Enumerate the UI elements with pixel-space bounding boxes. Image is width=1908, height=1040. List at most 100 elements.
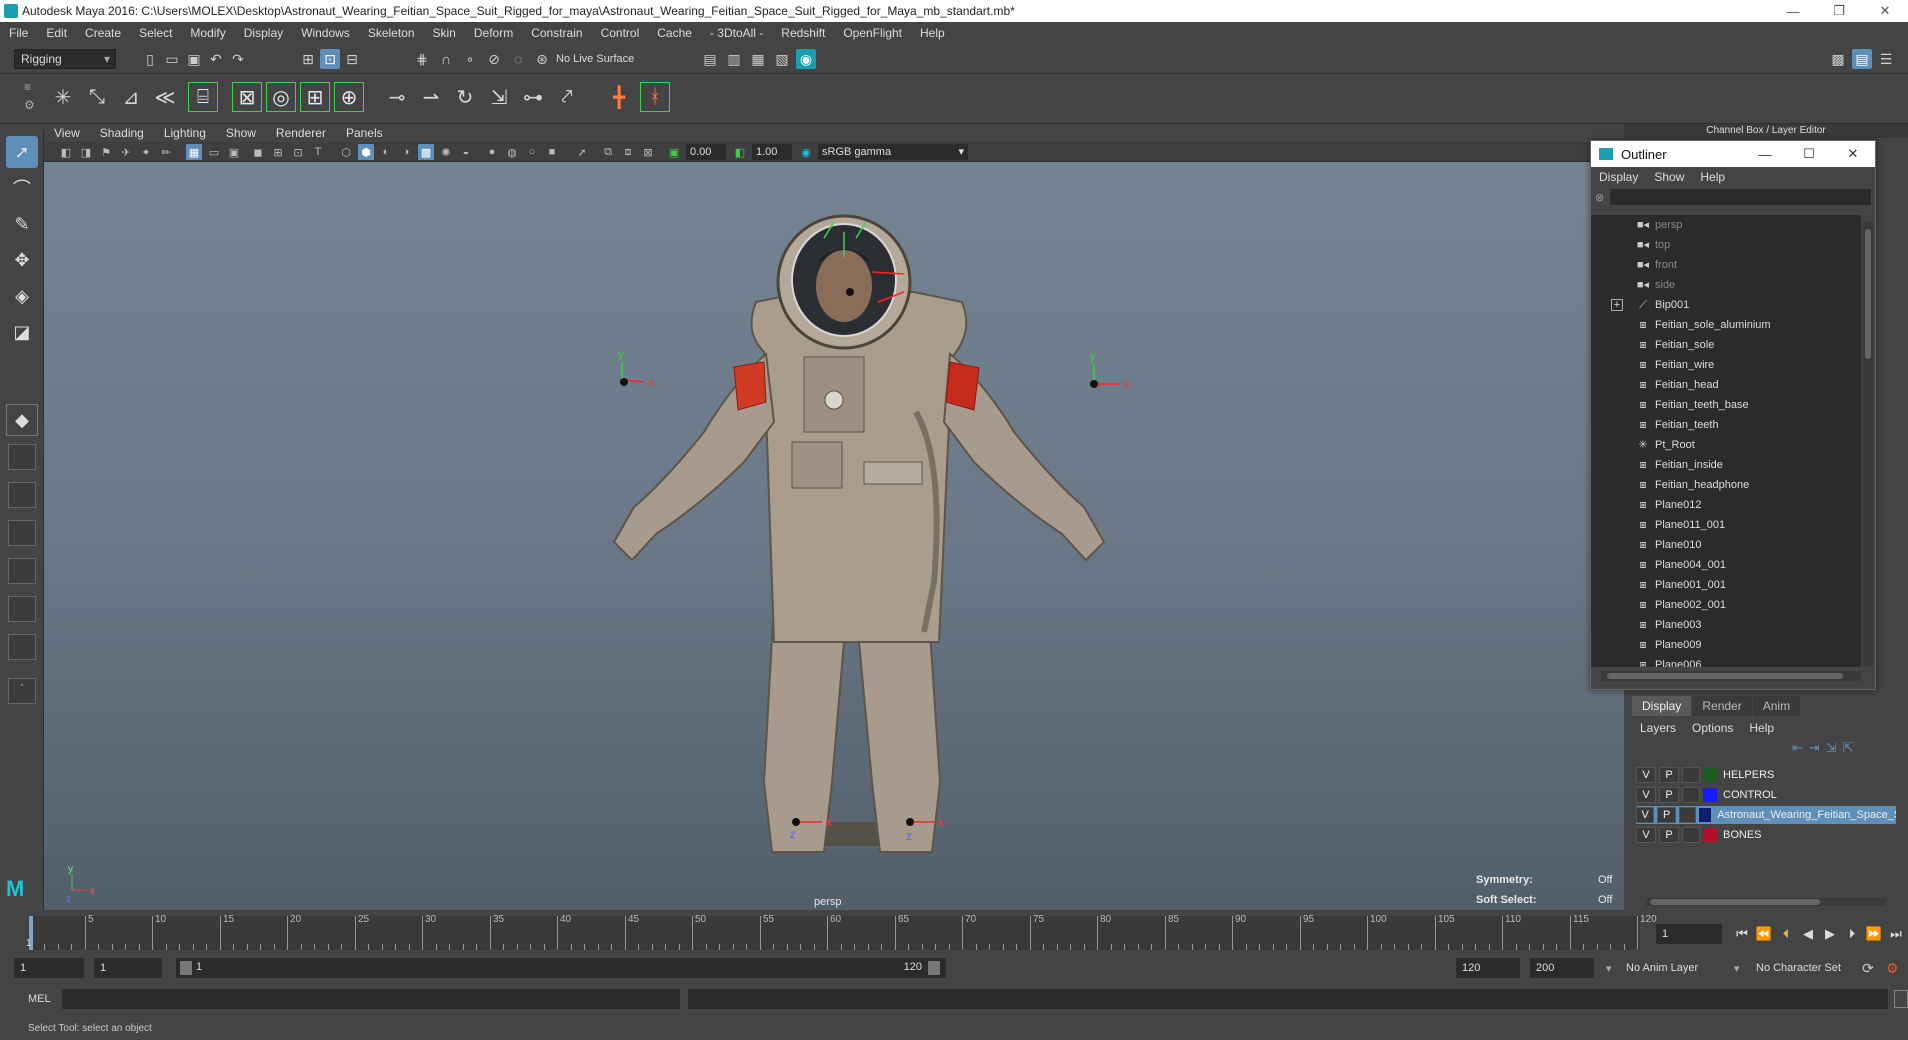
menu-modify[interactable]: Modify [181,26,234,40]
end-time-field[interactable]: 200 [1530,958,1594,978]
workspace-icon[interactable]: ▩ [1828,49,1848,69]
layer-menu-layers[interactable]: Layers [1632,721,1684,735]
go-to-start-icon[interactable]: ⏮ [1732,924,1752,944]
close-button[interactable]: ✕ [1862,3,1908,19]
layer-playback-toggle[interactable]: P [1659,787,1679,803]
layout-four-icon[interactable] [8,444,36,470]
minimize-button[interactable]: — [1770,4,1816,19]
layout-graph-icon[interactable] [8,558,36,584]
character-set-dropdown[interactable]: No Character Set [1756,962,1841,974]
ik-spline-icon[interactable]: ⊿ [116,82,146,112]
layer-display-type[interactable] [1682,787,1700,803]
layer-color-swatch[interactable] [1703,788,1717,802]
perspective-viewport[interactable]: y y x x x x z z x y z persp Symmetry: Of… [44,162,1624,910]
scale-tool-icon[interactable]: ◪ [6,316,38,348]
outliner-item[interactable]: ⧆ Feitian_headphone [1591,475,1861,495]
colorspace-dropdown[interactable]: sRGB gamma ▾ [818,144,968,160]
layer-display-type[interactable] [1682,767,1700,783]
outliner-vertical-scrollbar[interactable] [1863,221,1873,667]
ik-handle-icon[interactable]: ⤡ [82,82,112,112]
layer-color-swatch[interactable] [1698,808,1712,822]
scrollbar-thumb[interactable] [1865,229,1871,359]
layer-horizontal-scrollbar[interactable] [1646,898,1886,906]
play-forwards-icon[interactable]: ▶ [1820,924,1840,944]
outliner-item[interactable]: ⧆ Plane011_001 [1591,515,1861,535]
panel-menu-view[interactable]: View [44,126,90,140]
safe-title-icon[interactable]: T [310,144,326,160]
ipr-render-icon[interactable]: ▦ [748,49,768,69]
scale-constraint-icon[interactable]: ⇲ [484,82,514,112]
paint-select-icon[interactable]: ✎ [6,208,38,240]
menu-display[interactable]: Display [235,26,292,40]
command-language-label[interactable]: MEL [28,993,51,1005]
outliner-item[interactable]: ⧆ Plane010 [1591,535,1861,555]
time-slider[interactable]: 5 10 15 20 25 30 35 40 45 50 55 60 65 70 75 80 85 90 95 100… [0,910,1908,954]
menu-skeleton[interactable]: Skeleton [359,26,424,40]
outliner-item[interactable]: ⧆ Plane012 [1591,495,1861,515]
step-back-icon[interactable]: ⏪ [1754,924,1774,944]
outliner-item[interactable]: + ⟋ Bip001 [1591,295,1861,315]
field-chart-icon[interactable]: ⊞ [270,144,286,160]
scrollbar-thumb[interactable] [1607,673,1843,679]
layout-custom-icon[interactable] [8,634,36,660]
hypershade-icon[interactable]: ◉ [796,49,816,69]
xray-joints-icon[interactable]: ⧉ [600,144,616,160]
layer-visibility-toggle[interactable]: V [1636,827,1656,843]
motion-blur-icon[interactable]: ◍ [504,144,520,160]
restore-button[interactable]: ❐ [1816,3,1862,19]
range-handle-end[interactable] [928,961,940,975]
rotate-tool-icon[interactable]: ◈ [6,280,38,312]
outliner-horizontal-scrollbar[interactable] [1601,671,1861,681]
script-editor-icon[interactable] [1894,990,1908,1008]
anti-alias-icon[interactable]: ○ [524,144,540,160]
parent-constraint-icon[interactable]: ⊶ [518,82,548,112]
time-ruler[interactable]: 5 10 15 20 25 30 35 40 45 50 55 60 65 70 75 80 85 90 95 100… [28,914,1657,950]
layer-row[interactable]: V P BONES [1636,826,1896,844]
lasso-tool-icon[interactable]: ⌒ [6,172,38,204]
exposure-field[interactable]: 0.00 [686,144,726,160]
select-component-icon[interactable]: ⊟ [342,49,362,69]
panel-menu-shading[interactable]: Shading [90,126,154,140]
layer-menu-help[interactable]: Help [1741,721,1782,735]
outliner-item[interactable]: ⧆ Feitian_teeth [1591,415,1861,435]
isolate-select-icon[interactable]: ➚ [574,144,590,160]
locator-tool-icon[interactable]: ╋ [604,82,634,112]
layer-visibility-toggle[interactable]: V [1636,787,1656,803]
menu-windows[interactable]: Windows [292,26,359,40]
layer-menu-options[interactable]: Options [1684,721,1741,735]
image-plane-icon[interactable]: ✈ [118,144,134,160]
outliner-item[interactable]: ⧆ Feitian_inside [1591,455,1861,475]
layer-tab-display[interactable]: Display [1632,696,1692,716]
layer-playback-toggle[interactable]: P [1657,807,1676,823]
auto-key-icon[interactable]: ⟳ [1862,960,1874,977]
live-surface-label[interactable]: No Live Surface [556,53,634,65]
chevron-down-icon[interactable]: ▾ [1606,962,1612,975]
range-handle-start[interactable] [180,961,192,975]
panel-menu-renderer[interactable]: Renderer [266,126,336,140]
joint-tool-icon[interactable]: ✳ [48,82,78,112]
expand-icon[interactable]: + [1611,299,1623,311]
menu-help[interactable]: Help [911,26,954,40]
outliner-item[interactable]: ⧆ Feitian_wire [1591,355,1861,375]
layer-tab-render[interactable]: Render [1692,696,1752,716]
layer-row[interactable]: V P HELPERS [1636,766,1896,784]
layout-icon[interactable]: ▤ [1852,49,1872,69]
outliner-item[interactable]: ⧆ Plane003 [1591,615,1861,635]
astronaut-model[interactable]: y y x x x x z z x y z [44,162,1624,910]
range-slider[interactable]: 1 120 [176,958,946,978]
bookmark-icon[interactable]: ⚑ [98,144,114,160]
gamma-field[interactable]: 1.00 [752,144,792,160]
outliner-item[interactable]: ■◂ persp [1591,215,1861,235]
outliner-item[interactable]: ✳ Pt_Root [1591,435,1861,455]
textured-icon[interactable]: ▩ [418,144,434,160]
save-scene-icon[interactable]: ▣ [184,49,204,69]
outliner-maximize-button[interactable]: ☐ [1787,146,1831,162]
layer-row[interactable]: V P CONTROL [1636,786,1896,804]
outliner-item[interactable]: ⧆ Feitian_sole_aluminium [1591,315,1861,335]
menuset-dropdown[interactable]: Rigging ▾ [14,49,116,69]
exposure-icon[interactable]: ▣ [666,144,682,160]
orient-constraint-icon[interactable]: ↻ [450,82,480,112]
grid-toggle-icon[interactable]: ▦ [186,144,202,160]
redo-icon[interactable]: ↷ [228,49,248,69]
render-sequence-icon[interactable]: ▥ [724,49,744,69]
